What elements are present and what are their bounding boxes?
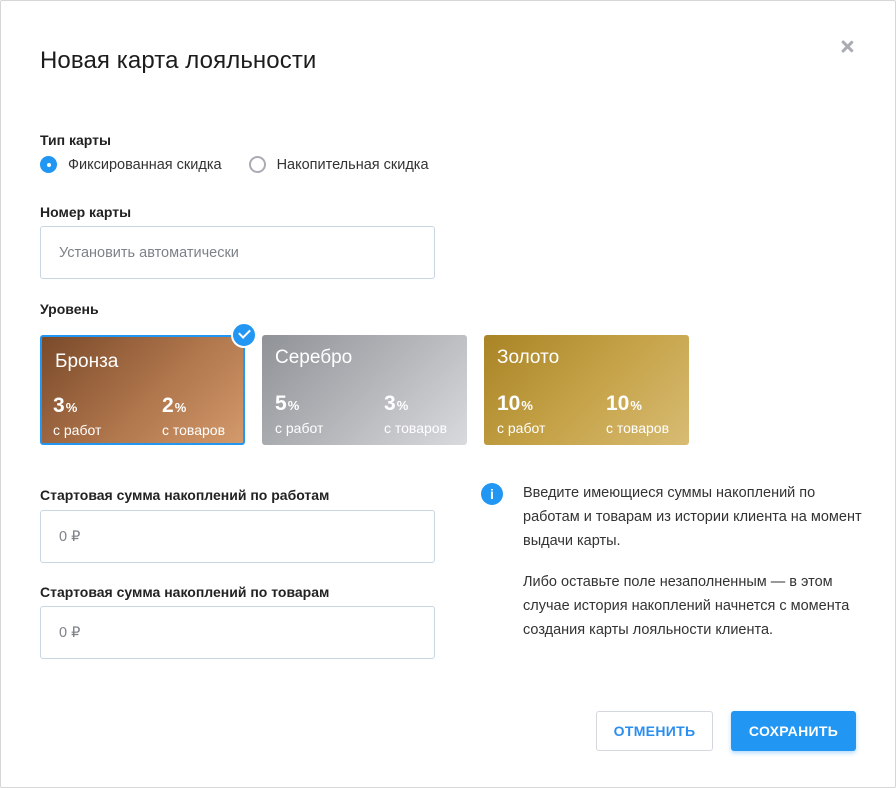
radio-cumulative-discount-label: Накопительная скидка xyxy=(276,156,429,173)
radio-unchecked-icon xyxy=(248,156,266,173)
level-goods: 2% с товаров xyxy=(162,394,226,439)
start-works-input[interactable] xyxy=(40,510,435,563)
save-button[interactable]: СОХРАНИТЬ xyxy=(731,711,856,751)
info-paragraph-1: Введите имеющиеся суммы накоплений по ра… xyxy=(523,485,862,549)
level-works-label: с работ xyxy=(53,422,102,438)
card-number-input[interactable] xyxy=(40,226,435,279)
level-goods-value: 10 xyxy=(606,392,630,415)
start-works-label: Стартовая сумма накоплений по работам xyxy=(40,487,330,503)
close-icon[interactable] xyxy=(837,37,857,57)
level-works-unit: % xyxy=(521,398,533,413)
level-works-label: с работ xyxy=(497,420,546,436)
radio-checked-icon xyxy=(40,156,57,173)
level-works: 3% с работ xyxy=(53,394,102,439)
card-type-label: Тип карты xyxy=(40,132,111,148)
level-works-label: с работ xyxy=(275,420,324,436)
level-card-gold[interactable]: Золото 10% с работ 10% с товаров xyxy=(484,335,689,445)
level-goods: 3% с товаров xyxy=(384,392,448,437)
level-card-bronze[interactable]: Бронза 3% с работ 2% с товаров xyxy=(40,335,245,445)
check-icon xyxy=(231,322,257,348)
info-icon: i xyxy=(481,483,503,505)
level-goods-label: с товаров xyxy=(162,422,226,438)
level-name: Золото xyxy=(497,347,560,368)
info-paragraph-2: Либо оставьте поле незаполненным — в это… xyxy=(523,574,850,638)
radio-fixed-discount-label: Фиксированная скидка xyxy=(68,156,222,173)
level-works-value: 5 xyxy=(275,392,287,415)
level-goods-label: с товаров xyxy=(606,420,670,436)
level-works-value: 10 xyxy=(497,392,521,415)
level-goods: 10% с товаров xyxy=(606,392,670,437)
level-works-unit: % xyxy=(287,398,300,413)
level-goods-unit: % xyxy=(396,398,409,413)
card-number-label: Номер карты xyxy=(40,204,132,220)
level-works-value: 3 xyxy=(53,394,65,417)
modal-title: Новая карта лояльности xyxy=(40,47,317,74)
level-goods-unit: % xyxy=(174,400,187,415)
cancel-button[interactable]: ОТМЕНИТЬ xyxy=(596,711,713,751)
level-goods-value: 2 xyxy=(162,394,174,417)
radio-cumulative-discount[interactable]: Накопительная скидка xyxy=(248,156,429,173)
start-goods-label: Стартовая сумма накоплений по товарам xyxy=(40,584,330,600)
level-name: Серебро xyxy=(275,347,353,368)
loyalty-card-modal: Новая карта лояльности Тип карты Фиксиро… xyxy=(0,0,896,788)
level-works: 10% с работ xyxy=(497,392,546,437)
level-card-silver[interactable]: Серебро 5% с работ 3% с товаров xyxy=(262,335,467,445)
start-goods-input[interactable] xyxy=(40,606,435,659)
card-type-radio-group: Фиксированная скидка Накопительная скидк… xyxy=(40,156,429,173)
level-goods-unit: % xyxy=(630,398,642,413)
level-works: 5% с работ xyxy=(275,392,324,437)
level-goods-label: с товаров xyxy=(384,420,448,436)
level-label: Уровень xyxy=(40,301,99,317)
level-goods-value: 3 xyxy=(384,392,396,415)
level-works-unit: % xyxy=(65,400,78,415)
level-name: Бронза xyxy=(55,351,119,372)
radio-fixed-discount[interactable]: Фиксированная скидка xyxy=(40,156,222,173)
